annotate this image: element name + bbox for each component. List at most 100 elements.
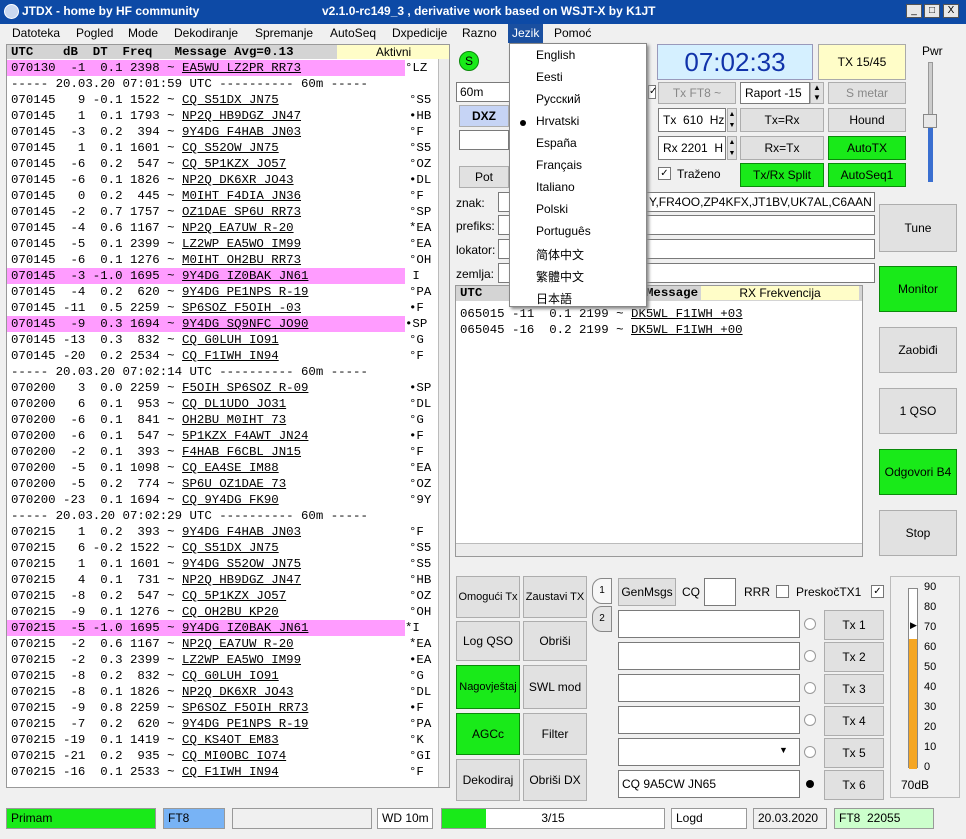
log-row[interactable]: 070215 6 -0.2 1522 ~ CQ S51DX JN75 °S5 [11,540,447,556]
log-separator-row[interactable]: ----- 20.03.20 07:01:59 UTC ---------- 6… [11,76,447,92]
log-row[interactable]: 070200 -6 0.1 547 ~ 5P1KZX F4AWT JN24 •F [11,428,447,444]
log-row[interactable]: 070145 1 0.1 1601 ~ CQ S52OW JN75 °S5 [11,140,447,156]
log-row[interactable]: 070145 -6 0.1 1276 ~ M0IHT OH2BU RR73 °OH [11,252,447,268]
log-row-message[interactable]: 5P1KZX F4AWT JN24 [182,429,308,443]
menu-mode[interactable]: Mode [128,26,158,40]
log-row[interactable]: 070145 -3 0.2 394 ~ 9Y4DG F4HAB JN03 °F [11,124,447,140]
pwr-slider-handle[interactable] [923,114,937,128]
tx3-message-field[interactable] [618,674,800,702]
log-row[interactable]: 070215 -8 0.2 547 ~ CQ 5P1KZX JO57 °OZ [11,588,447,604]
log-row-message[interactable]: NP2Q HB9DGZ JN47 [182,109,301,123]
tx4-button[interactable]: Tx 4 [824,706,884,736]
language-item[interactable]: Français [536,158,582,172]
genmsgs-button[interactable]: GenMsgs [618,578,676,606]
language-item[interactable]: 繁體中文 [536,268,584,285]
log-row[interactable]: 070145 -9 0.3 1694 ~ 9Y4DG SQ9NFC JO90 •S… [7,316,427,332]
menu-razno[interactable]: Razno [462,26,497,40]
log-row-message[interactable]: CQ KS4OT EM83 [182,733,279,747]
tx-period-button[interactable]: TX 15/45 [818,44,906,80]
tune-button[interactable]: Tune [879,204,957,252]
tx2-message-field[interactable] [618,642,800,670]
cq-field[interactable] [704,578,736,606]
log-row[interactable]: 070215 -8 0.1 1826 ~ NP2Q DK6XR JO43 °DL [11,684,447,700]
log-row-message[interactable]: 9Y4DG SQ9NFC JO90 [182,317,308,331]
tx2-radio[interactable] [804,650,816,662]
log-row[interactable]: 070145 -4 0.6 1167 ~ NP2Q EA7UW R-20 *EA [11,220,447,236]
tx1-button[interactable]: Tx 1 [824,610,884,640]
dekodiraj-button[interactable]: Dekodiraj [456,759,520,801]
log-row[interactable]: 070145 -5 0.1 2399 ~ LZ2WP EA5WO IM99 °EA [11,236,447,252]
menu-autoseq[interactable]: AutoSeq [330,26,376,40]
raport-spinbox[interactable]: Raport -15 [740,82,810,104]
tx6-message-field[interactable]: CQ 9A5CW JN65 [618,770,800,798]
one-qso-button[interactable]: 1 QSO [879,388,957,434]
hound-button[interactable]: Hound [828,108,906,132]
tx-mode-checkbox[interactable]: ✓ [648,85,657,99]
maximize-button[interactable]: □ [924,4,940,18]
language-item[interactable]: Eesti [536,70,563,84]
log-row-message[interactable]: 9Y4DG F4HAB JN03 [182,125,301,139]
log-row-message[interactable]: CQ OH2BU KP20 [182,605,279,619]
menu-dxpedicije[interactable]: Dxpedicije [392,26,447,40]
log-row[interactable]: 070215 -2 0.6 1167 ~ NP2Q EA7UW R-20 *EA [11,636,447,652]
tx6-radio-selected[interactable] [806,780,814,788]
language-item[interactable]: Português [536,224,591,238]
menu-pogled[interactable]: Pogled [76,26,113,40]
autoseq-button[interactable]: AutoSeq1 [828,163,906,187]
log-row-message[interactable]: CQ 5P1KZX JO57 [182,589,286,603]
tx-ft8-button[interactable]: Tx FT8 ~ [658,82,736,104]
log-row-message[interactable]: CQ S52OW JN75 [182,141,279,155]
log-row[interactable]: 070145 -13 0.3 832 ~ CQ G0LUH IO91 °G [11,332,447,348]
tx5-message-combo[interactable]: ▼ [618,738,800,766]
agcc-button[interactable]: AGCc [456,713,520,755]
dx-grid-field[interactable] [459,130,509,150]
menu-datoteka[interactable]: Datoteka [12,26,60,40]
menu-spremanje[interactable]: Spremanje [255,26,313,40]
log-qso-button[interactable]: Log QSO [456,621,520,661]
log-separator-row[interactable]: ----- 20.03.20 07:02:29 UTC ---------- 6… [11,508,447,524]
zaustavi-tx-button[interactable]: Zaustavi TX [523,576,587,618]
language-item[interactable]: España [536,136,577,150]
log-row-message[interactable]: M0IHT F4DIA JN36 [182,189,301,203]
tx1-radio[interactable] [804,618,816,630]
log-row-message[interactable]: 9Y4DG PE1NPS R-19 [182,717,308,731]
s-metar-button[interactable]: S metar [828,82,906,104]
log-row-message[interactable]: F4HAB F6CBL JN15 [182,445,301,459]
log-row-message[interactable]: CQ 5P1KZX JO57 [182,157,286,171]
log-row-message[interactable]: SP6U OZ1DAE 73 [182,477,286,491]
log-row-message[interactable]: NP2Q DK6XR JO43 [182,685,294,699]
log-row-message[interactable]: F5OIH SP6SOZ R-09 [182,381,308,395]
log-row[interactable]: 070145 -11 0.5 2259 ~ SP6SOZ F5OIH -03 •F [11,300,447,316]
rx-row-message[interactable]: DK5WL F1IWH +03 [631,307,743,321]
trazeno-checkbox[interactable]: ✓ [658,167,671,180]
language-item[interactable]: 简体中文 [536,246,584,263]
tx-frequency-field[interactable]: Tx 610 Hz [658,108,726,132]
log-row[interactable]: 070215 -7 0.2 620 ~ 9Y4DG PE1NPS R-19 °PA [11,716,447,732]
chevron-down-icon[interactable]: ▼ [779,745,788,755]
tx3-button[interactable]: Tx 3 [824,674,884,704]
nagovjestaj-button[interactable]: Nagovještaj [456,665,520,709]
tx4-message-field[interactable] [618,706,800,734]
log-row[interactable]: 070145 1 0.1 1793 ~ NP2Q HB9DGZ JN47 •HB [11,108,447,124]
tx1-message-field[interactable] [618,610,800,638]
log-row-message[interactable]: LZ2WP EA5WO IM99 [182,653,301,667]
log-row-message[interactable]: 9Y4DG IZ0BAK JN61 [182,269,308,283]
rrr-checkbox[interactable] [776,585,789,598]
log-scrollbar[interactable] [438,59,449,787]
log-row-message[interactable]: 9Y4DG F4HAB JN03 [182,525,301,539]
log-row[interactable]: 070215 1 0.1 1601 ~ 9Y4DG S52OW JN75 °S5 [11,556,447,572]
log-row[interactable]: 070215 -16 0.1 2533 ~ CQ F1IWH IN94 °F [11,764,447,780]
log-row-message[interactable]: CQ F1IWH IN94 [182,765,279,779]
log-row-message[interactable]: SP6SOZ F5OIH RR73 [182,701,308,715]
log-row[interactable]: 070215 -21 0.2 935 ~ CQ MI0OBC IO74 °GI [11,748,447,764]
tx2-button[interactable]: Tx 2 [824,642,884,672]
language-item[interactable]: 日本語 [536,290,572,307]
dx-call-field[interactable]: DXZ [459,105,509,127]
log-row[interactable]: 070145 0 0.2 445 ~ M0IHT F4DIA JN36 °F [11,188,447,204]
log-row[interactable]: 070215 -9 0.8 2259 ~ SP6SOZ F5OIH RR73 •F [11,700,447,716]
log-row-message[interactable]: OH2BU M0IHT 73 [182,413,286,427]
rx-frequency-log[interactable]: UTC Message RX Frekvencija 065015 -11 0.… [455,285,863,557]
filter-button[interactable]: Filter [523,713,587,755]
log-row-message[interactable]: 9Y4DG IZ0BAK JN61 [182,621,308,635]
stop-button[interactable]: Stop [879,510,957,556]
